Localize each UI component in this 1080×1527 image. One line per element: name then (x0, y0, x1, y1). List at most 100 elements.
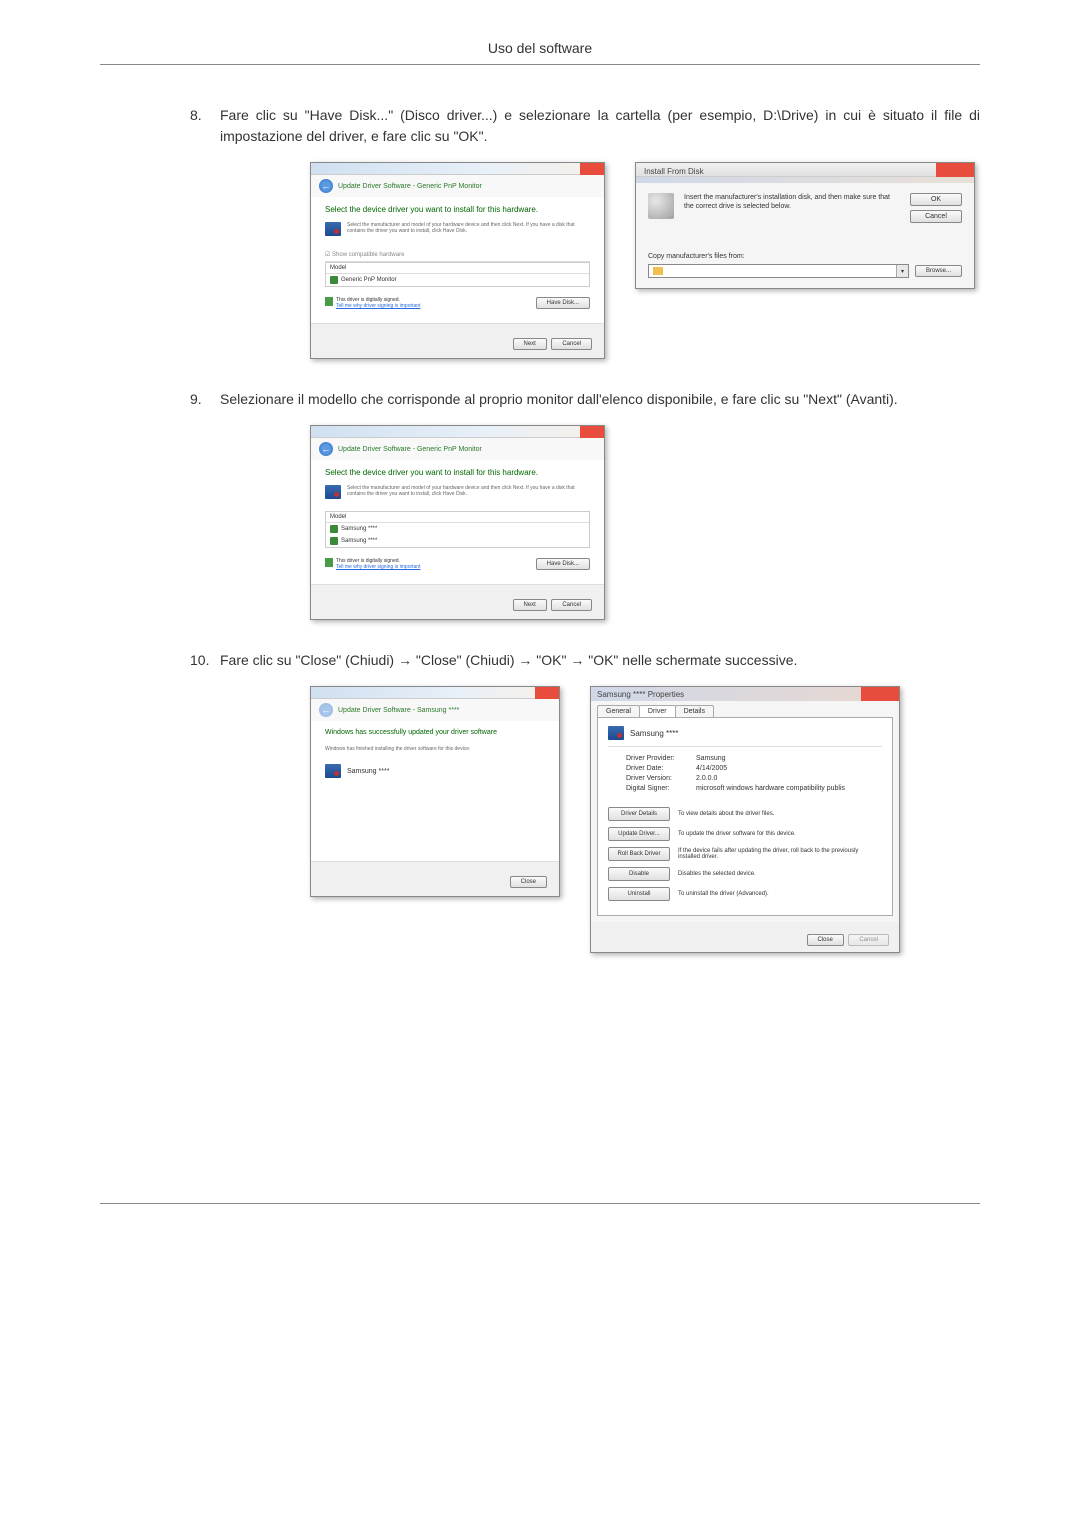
dialog-title: Update Driver Software - Generic PnP Mon… (338, 183, 482, 190)
device-name: Generic PnP Monitor (341, 277, 397, 283)
tabs: General Driver Details (591, 701, 899, 717)
have-disk-button[interactable]: Have Disk... (536, 297, 590, 309)
device-name: Samsung **** (630, 729, 678, 738)
dialog-footer: Next Cancel (311, 323, 604, 358)
dialog-message: Insert the manufacturer's installation d… (684, 193, 900, 211)
disable-desc: Disables the selected device. (678, 871, 882, 877)
step-text: Fare clic su "Have Disk..." (Disco drive… (220, 105, 980, 147)
back-arrow-icon: ← (319, 703, 333, 717)
step-10-screenshots: ← Update Driver Software - Samsung **** … (310, 686, 980, 953)
install-from-disk-dialog: Install From Disk Insert the manufacture… (635, 162, 975, 289)
disable-button[interactable]: Disable (608, 867, 670, 881)
provider-value: Samsung (696, 755, 726, 762)
back-arrow-icon[interactable]: ← (319, 179, 333, 193)
properties-dialog: Samsung **** Properties General Driver D… (590, 686, 900, 953)
dialog-subtext: Select the manufacturer and model of you… (347, 485, 590, 497)
device-icon (330, 276, 338, 284)
step-9-screenshots: ← Update Driver Software - Generic PnP M… (310, 425, 980, 620)
version-value: 2.0.0.0 (696, 775, 717, 782)
date-value: 4/14/2005 (696, 765, 727, 772)
date-label: Driver Date: (626, 765, 696, 772)
close-icon[interactable] (936, 163, 974, 177)
close-icon[interactable] (580, 426, 604, 438)
select-model-dialog: ← Update Driver Software - Generic PnP M… (310, 425, 605, 620)
hardware-list[interactable]: Model Generic PnP Monitor (325, 262, 590, 287)
list-header: Model (326, 512, 589, 523)
signed-status: This driver is digitally signed. Tell me… (325, 297, 420, 309)
window-chrome (311, 163, 604, 175)
copy-from-label: Copy manufacturer's files from: (648, 253, 962, 260)
dialog-footer: Next Cancel (311, 584, 604, 619)
footer-rule (100, 1203, 980, 1204)
shield-icon (325, 558, 333, 567)
dialog-title: Samsung **** Properties (597, 690, 684, 699)
dialog-nav: ← Update Driver Software - Generic PnP M… (311, 438, 604, 460)
step-number: 8. (190, 105, 220, 147)
dialog-footer: Close (311, 861, 559, 896)
step-text: Fare clic su "Close" (Chiudi) → "Close" … (220, 650, 980, 671)
update-driver-button[interactable]: Update Driver... (608, 827, 670, 841)
dialog-title: Update Driver Software - Samsung **** (338, 707, 459, 714)
rollback-button[interactable]: Roll Back Driver (608, 847, 670, 861)
device-name: Samsung **** (341, 538, 377, 544)
folder-icon (653, 267, 663, 275)
list-item[interactable]: Generic PnP Monitor (326, 274, 589, 286)
uninstall-button[interactable]: Uninstall (608, 887, 670, 901)
provider-label: Driver Provider: (626, 755, 696, 762)
step-8-screenshots: ← Update Driver Software - Generic PnP M… (310, 162, 980, 359)
tab-driver[interactable]: Driver (639, 705, 676, 717)
step-text: Selezionare il modello che corrisponde a… (220, 389, 980, 410)
model-list[interactable]: Model Samsung **** Samsung **** (325, 511, 590, 548)
list-item[interactable]: Samsung **** (326, 523, 589, 535)
dialog-subtext: Select the manufacturer and model of you… (347, 222, 590, 234)
browse-button[interactable]: Browse... (915, 265, 962, 277)
ok-button[interactable]: OK (910, 193, 962, 206)
signed-status: This driver is digitally signed. Tell me… (325, 558, 420, 570)
dialog-heading: Select the device driver you want to ins… (325, 468, 590, 477)
device-icon (330, 537, 338, 545)
signed-link[interactable]: Tell me why driver signing is important (336, 564, 420, 570)
signer-label: Digital Signer: (626, 785, 696, 792)
instruction-list: 8. Fare clic su "Have Disk..." (Disco dr… (190, 105, 980, 953)
close-icon[interactable] (861, 687, 899, 701)
dialog-nav: ← Update Driver Software - Generic PnP M… (311, 175, 604, 197)
close-icon[interactable] (535, 687, 559, 699)
path-combobox[interactable]: ▾ (648, 264, 909, 278)
driver-details-desc: To view details about the driver files. (678, 811, 882, 817)
update-driver-desc: To update the driver software for this d… (678, 831, 882, 837)
next-button[interactable]: Next (513, 599, 547, 611)
signed-link[interactable]: Tell me why driver signing is important (336, 303, 420, 309)
close-icon[interactable] (580, 163, 604, 175)
have-disk-button[interactable]: Have Disk... (536, 558, 590, 570)
update-driver-dialog: ← Update Driver Software - Generic PnP M… (310, 162, 605, 359)
tab-details[interactable]: Details (675, 705, 714, 717)
step-number: 10. (190, 650, 220, 671)
monitor-icon (608, 726, 624, 740)
rollback-desc: If the device fails after updating the d… (678, 848, 882, 860)
driver-details-button[interactable]: Driver Details (608, 807, 670, 821)
close-button[interactable]: Close (510, 876, 547, 888)
dialog-nav: ← Update Driver Software - Samsung **** (311, 699, 559, 721)
dialog-titlebar: Install From Disk (636, 163, 974, 177)
back-arrow-icon[interactable]: ← (319, 442, 333, 456)
cancel-button: Cancel (848, 934, 889, 946)
success-subtext: Windows has finished installing the driv… (325, 746, 545, 752)
device-icon (330, 525, 338, 533)
page-header: Uso del software (100, 40, 980, 65)
step-number: 9. (190, 389, 220, 410)
show-compatible-checkbox[interactable]: ☑ Show compatible hardware (325, 248, 590, 262)
tab-general[interactable]: General (597, 705, 640, 717)
success-heading: Windows has successfully updated your dr… (325, 729, 545, 736)
window-chrome (311, 687, 559, 699)
close-button[interactable]: Close (807, 934, 844, 946)
next-button[interactable]: Next (513, 338, 547, 350)
dialog-footer: Close Cancel (591, 922, 899, 952)
cancel-button[interactable]: Cancel (551, 599, 592, 611)
cancel-button[interactable]: Cancel (551, 338, 592, 350)
monitor-icon (325, 485, 341, 499)
list-item[interactable]: Samsung **** (326, 535, 589, 547)
update-success-dialog: ← Update Driver Software - Samsung **** … (310, 686, 560, 897)
chevron-down-icon[interactable]: ▾ (896, 265, 908, 277)
disk-icon (648, 193, 674, 219)
cancel-button[interactable]: Cancel (910, 210, 962, 223)
